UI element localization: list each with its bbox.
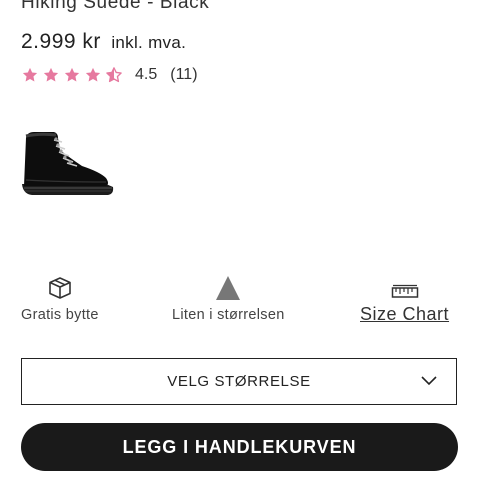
feature-label-fit: Liten i størrelsen	[172, 307, 285, 323]
rating-value: 4.5	[135, 66, 158, 83]
triangle-icon	[216, 276, 241, 300]
product-image-boot[interactable]	[20, 128, 116, 200]
feature-fit: Liten i størrelsen	[172, 274, 285, 323]
add-to-cart-button[interactable]: LEGG I HANDLEKURVEN	[21, 423, 458, 471]
star-icon	[43, 67, 59, 82]
feature-label-exchange: Gratis bytte	[21, 307, 99, 323]
star-icon	[85, 67, 101, 82]
feature-free-exchange: Gratis bytte	[21, 274, 99, 323]
star-icon	[22, 67, 38, 82]
price-row: 2.999 kr inkl. mva.	[21, 30, 186, 54]
product-price: 2.999 kr	[21, 30, 101, 53]
ruler-icon	[391, 284, 418, 298]
size-chart-link[interactable]: Size Chart	[360, 304, 449, 325]
chevron-down-icon	[421, 376, 437, 386]
vat-note: inkl. mva.	[111, 33, 187, 52]
size-select-dropdown[interactable]: VELG STØRRELSE	[21, 358, 457, 405]
box-icon	[49, 277, 71, 299]
star-icon	[64, 67, 80, 82]
rating-row[interactable]: 4.5 (11)	[21, 64, 198, 86]
size-select-label: VELG STØRRELSE	[167, 373, 311, 390]
star-half-icon	[106, 67, 122, 83]
rating-stars	[21, 66, 123, 84]
rating-count: (11)	[170, 66, 198, 83]
add-to-cart-label: LEGG I HANDLEKURVEN	[122, 436, 357, 457]
product-title: Hiking Suede - Black	[21, 0, 210, 13]
feature-size-chart[interactable]: Size Chart	[360, 274, 449, 325]
